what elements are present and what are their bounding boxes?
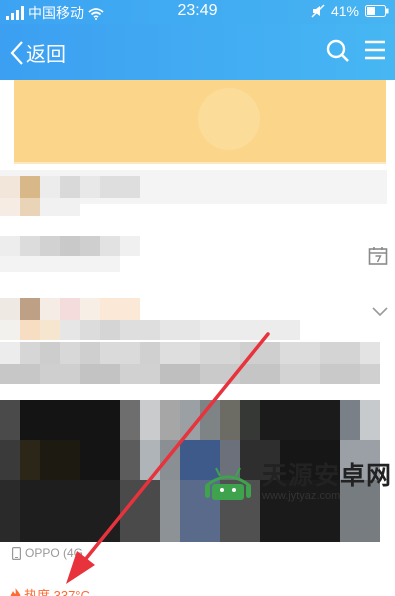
phone-icon xyxy=(12,546,21,560)
search-icon xyxy=(326,39,349,62)
watermark: 天源安卓网 www.jytyaz.com xyxy=(200,462,395,502)
flame-icon xyxy=(10,587,21,596)
battery-icon xyxy=(365,5,389,17)
mute-icon xyxy=(311,4,325,18)
pixelated-title-block xyxy=(0,230,395,280)
menu-icon xyxy=(365,40,385,60)
search-button[interactable] xyxy=(325,38,351,69)
pixelated-text-rows xyxy=(0,342,395,402)
status-bar: 中国移动 23:49 41% xyxy=(0,0,395,24)
post-content: OPPO (4G 热度 337°C xyxy=(0,80,395,596)
back-button[interactable]: 返回 xyxy=(10,38,66,67)
calendar-icon[interactable] xyxy=(368,246,388,271)
android-logo-icon xyxy=(205,467,251,500)
pixelated-user-row xyxy=(0,298,395,348)
watermark-text: 天源安卓网 www.jytyaz.com xyxy=(262,462,392,502)
status-right: 41% xyxy=(311,3,389,19)
watermark-title: 天源安卓网 xyxy=(262,462,393,490)
banner-image[interactable] xyxy=(14,80,386,164)
watermark-url: www.jytyaz.com xyxy=(262,490,341,502)
device-info: OPPO (4G xyxy=(12,546,83,560)
chevron-left-icon xyxy=(10,40,23,65)
menu-button[interactable] xyxy=(363,38,387,67)
chevron-down-icon[interactable] xyxy=(372,304,388,322)
device-label: OPPO (4G xyxy=(25,546,84,560)
nav-bar: 返回 xyxy=(0,24,395,80)
battery-percent: 41% xyxy=(330,3,359,19)
heat-info: 热度 337°C xyxy=(10,585,90,596)
heat-label: 热度 337°C xyxy=(24,588,90,596)
back-label: 返回 xyxy=(26,44,66,66)
